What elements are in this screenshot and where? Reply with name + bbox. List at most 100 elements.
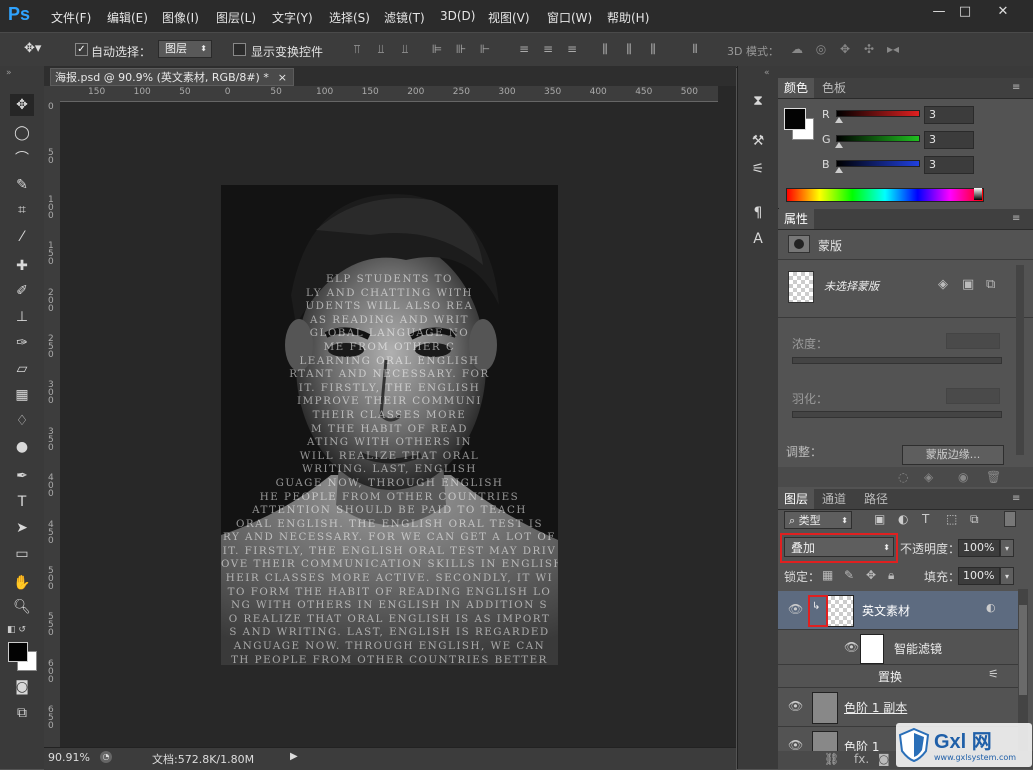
align-top-icon[interactable]: ⫪ bbox=[350, 42, 364, 56]
panel-menu-icon[interactable]: ≡ bbox=[1006, 489, 1026, 509]
fill-dropdown-arrow-icon[interactable]: ▾ bbox=[1000, 567, 1014, 585]
align-bottom-icon[interactable]: ⫫ bbox=[398, 42, 412, 56]
brush-tool-icon[interactable]: ✐ bbox=[10, 280, 34, 302]
opacity-dropdown-arrow-icon[interactable]: ▾ bbox=[1000, 539, 1014, 557]
show-transform-checkbox[interactable] bbox=[233, 43, 246, 56]
filter-toggle[interactable] bbox=[1004, 511, 1016, 527]
blur-tool-icon[interactable]: ♢ bbox=[10, 410, 34, 432]
panel-menu-icon[interactable]: ≡ bbox=[1006, 78, 1026, 98]
zoom-tool-icon[interactable]: 🔍︎ bbox=[10, 596, 34, 618]
fill-field[interactable]: 100% bbox=[958, 567, 1000, 585]
strip-collapse-icon[interactable]: « bbox=[764, 68, 770, 78]
history-panel-icon[interactable]: ⧗ bbox=[746, 90, 770, 112]
lock-pixels-icon[interactable]: ✎ bbox=[844, 568, 854, 582]
hand-tool-icon[interactable]: ✋ bbox=[10, 572, 34, 594]
align-vcenter-icon[interactable]: ⫫ bbox=[374, 42, 388, 56]
filter-smart-icon[interactable]: ⧉ bbox=[970, 512, 979, 527]
apply-mask-icon[interactable]: ◈ bbox=[924, 470, 933, 484]
eye-icon[interactable]: 👁︎ bbox=[844, 640, 859, 654]
default-colors-icon[interactable]: ◧ ↺ bbox=[7, 625, 26, 635]
filter-type-icon[interactable]: T bbox=[922, 512, 929, 526]
align-left-icon[interactable]: ⊫ bbox=[430, 42, 444, 56]
link-layers-icon[interactable]: ⛓ bbox=[824, 752, 839, 766]
menu-3d[interactable]: 3D(D) bbox=[440, 9, 475, 23]
lock-position-icon[interactable]: ✥ bbox=[866, 568, 876, 582]
fx-button[interactable]: fx. bbox=[854, 752, 869, 766]
load-selection-icon[interactable]: ◌ bbox=[898, 470, 908, 484]
add-pixel-mask-icon[interactable]: ▣ bbox=[962, 277, 974, 292]
mask-edge-button[interactable]: 蒙版边缘... bbox=[902, 445, 1004, 465]
tab-layers[interactable]: 图层 bbox=[778, 489, 815, 509]
tab-swatches[interactable]: 色板 bbox=[816, 78, 852, 98]
add-mask-icon[interactable]: ◙ bbox=[878, 752, 890, 766]
document-tab[interactable]: 海报.psd @ 90.9% (英文素材, RGB/8#) * × bbox=[50, 68, 294, 86]
channel-slider-handle[interactable] bbox=[835, 167, 843, 173]
auto-select-dropdown[interactable]: 图层 ⬍ bbox=[158, 40, 212, 58]
dodge-tool-icon[interactable]: ● bbox=[10, 436, 34, 458]
status-menu-arrow-icon[interactable]: ▶ bbox=[290, 751, 298, 762]
opacity-field[interactable]: 100% bbox=[958, 539, 1000, 557]
menu-edit[interactable]: 编辑(E) bbox=[107, 9, 148, 26]
pen-tool-icon[interactable]: ✒ bbox=[10, 465, 34, 487]
layer-row-levels-copy[interactable]: 👁︎ 色阶 1 副本 bbox=[778, 688, 1018, 727]
move-tool-icon[interactable]: ✥ bbox=[10, 94, 34, 116]
lock-transparent-icon[interactable]: ▦ bbox=[822, 568, 833, 582]
channel-slider[interactable] bbox=[836, 160, 920, 167]
3d-drag-icon[interactable]: ✥ bbox=[838, 42, 852, 56]
zoom-level[interactable]: 90.91% bbox=[48, 751, 90, 764]
character-panel-icon[interactable]: A bbox=[746, 228, 770, 250]
collapse-icon[interactable]: » bbox=[6, 68, 12, 78]
foreground-color-swatch[interactable] bbox=[8, 642, 28, 662]
menu-help[interactable]: 帮助(H) bbox=[607, 9, 649, 26]
tab-color[interactable]: 颜色 bbox=[778, 78, 815, 98]
close-button[interactable]: ✕ bbox=[985, 2, 1021, 22]
layer-row-displace[interactable]: 置换 ⚟ bbox=[778, 665, 1018, 688]
history-brush-tool-icon[interactable]: ✑ bbox=[10, 332, 34, 354]
align-hcenter-icon[interactable]: ⊪ bbox=[454, 42, 468, 56]
tab-paths[interactable]: 路径 bbox=[858, 489, 894, 509]
align-right-icon[interactable]: ⊩ bbox=[478, 42, 492, 56]
3d-rotate-icon[interactable]: ☁ bbox=[790, 42, 804, 56]
distribute-hcenter-icon[interactable]: ⫼ bbox=[622, 42, 636, 56]
marquee-tool-icon[interactable]: ◯ bbox=[10, 122, 34, 144]
channel-slider[interactable] bbox=[836, 110, 920, 117]
scrollbar-thumb[interactable] bbox=[1019, 605, 1027, 695]
paragraph-panel-icon[interactable]: ¶ bbox=[746, 202, 770, 224]
filter-pixel-icon[interactable]: ▣ bbox=[874, 512, 885, 526]
tool-presets-icon[interactable]: ⚒ bbox=[746, 130, 770, 152]
healing-brush-tool-icon[interactable]: ✚ bbox=[10, 255, 34, 277]
select-mask-icon[interactable]: ◈ bbox=[938, 277, 948, 292]
shape-tool-icon[interactable]: ▭ bbox=[10, 543, 34, 565]
filter-shape-icon[interactable]: ⬚ bbox=[946, 512, 957, 526]
distribute-vcenter-icon[interactable]: ≡ bbox=[541, 42, 555, 56]
channel-slider-handle[interactable] bbox=[835, 117, 843, 123]
eraser-tool-icon[interactable]: ▱ bbox=[10, 358, 34, 380]
quick-select-tool-icon[interactable]: ✎ bbox=[10, 174, 34, 196]
eye-icon[interactable]: 👁︎ bbox=[788, 738, 803, 752]
channel-value-field[interactable]: 3 bbox=[924, 131, 974, 149]
tab-properties[interactable]: 属性 bbox=[778, 209, 815, 229]
quick-mask-icon[interactable]: ◙ bbox=[10, 676, 34, 698]
3d-roll-icon[interactable]: ◎ bbox=[814, 42, 828, 56]
spectrum-bw-ramp[interactable] bbox=[974, 188, 982, 200]
menu-image[interactable]: 图像(I) bbox=[162, 9, 199, 26]
distribute-bottom-icon[interactable]: ≡ bbox=[565, 42, 579, 56]
properties-scrollbar[interactable] bbox=[1016, 265, 1024, 455]
tab-close-icon[interactable]: × bbox=[278, 69, 287, 87]
distribute-top-icon[interactable]: ≡ bbox=[517, 42, 531, 56]
layer-row-smart-filters[interactable]: 👁︎ 智能滤镜 bbox=[778, 630, 1018, 665]
layer-filter-dropdown[interactable]: ⌕ 类型 ⬍ bbox=[784, 511, 852, 529]
3d-scale-icon[interactable]: ▸◂ bbox=[886, 42, 900, 56]
delete-mask-icon[interactable]: 🗑︎ bbox=[986, 470, 1001, 484]
stamp-tool-icon[interactable]: ⊥ bbox=[10, 306, 34, 328]
channel-value-field[interactable]: 3 bbox=[924, 106, 974, 124]
toggle-mask-icon[interactable]: ◉ bbox=[958, 470, 968, 484]
channel-slider-handle[interactable] bbox=[835, 142, 843, 148]
distribute-left-icon[interactable]: ⫼ bbox=[598, 42, 612, 56]
screen-mode-icon[interactable]: ⧉ bbox=[10, 702, 34, 724]
status-icon[interactable]: ◔ bbox=[100, 751, 112, 763]
color-spectrum-bar[interactable] bbox=[786, 188, 984, 202]
menu-file[interactable]: 文件(F) bbox=[51, 9, 91, 26]
distribute-right-icon[interactable]: ⫼ bbox=[646, 42, 660, 56]
fg-color-swatch[interactable] bbox=[784, 108, 806, 130]
